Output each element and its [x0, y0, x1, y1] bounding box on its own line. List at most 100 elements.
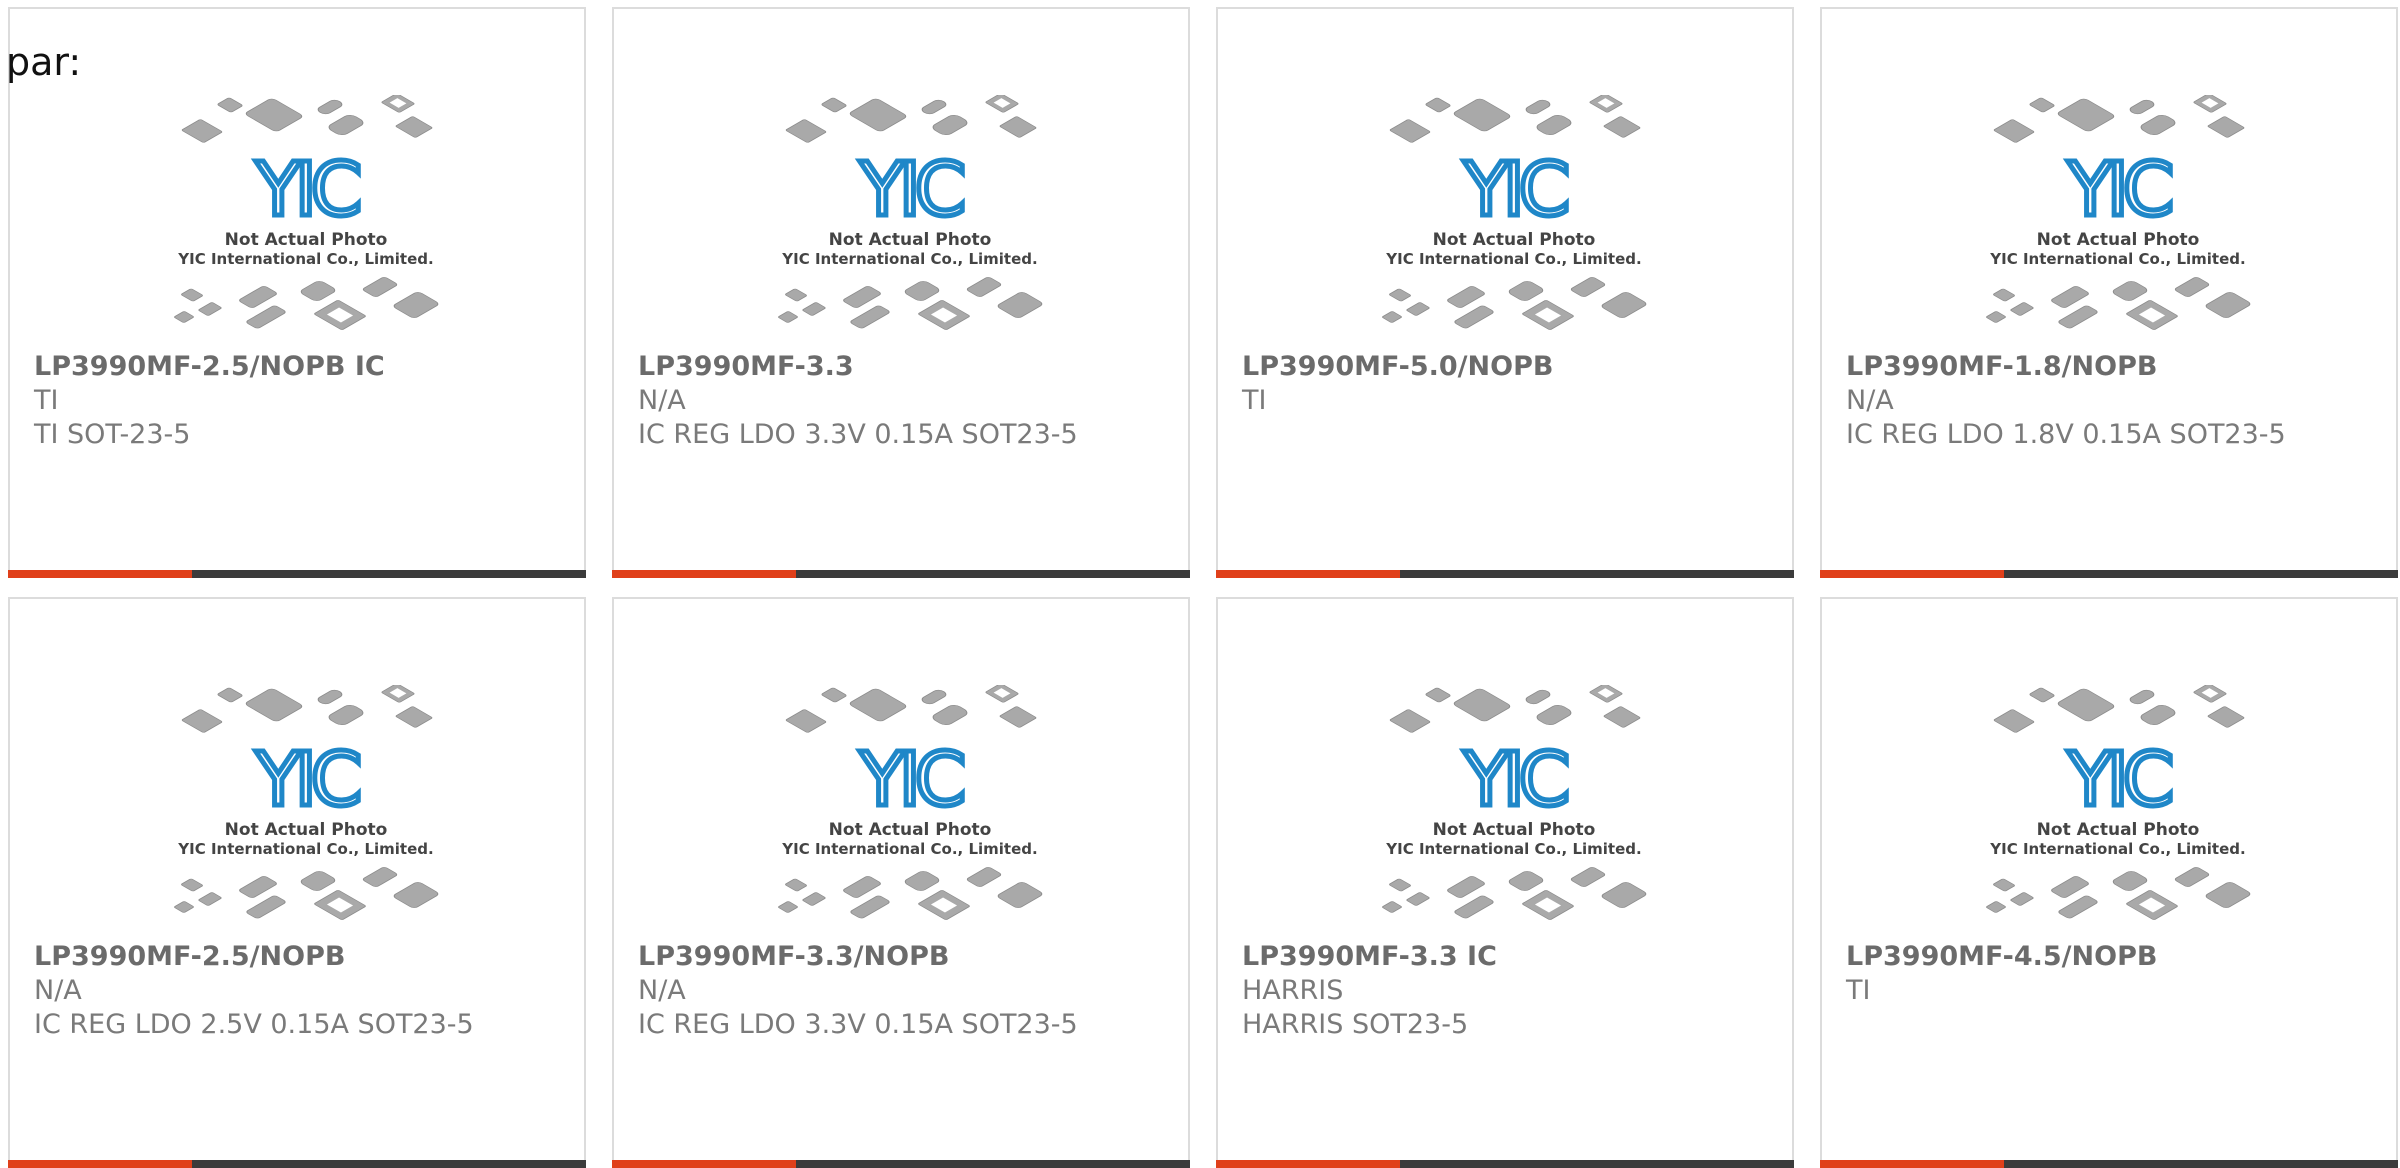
company-name-text: YIC International Co., Limited. — [781, 250, 1037, 268]
chip-package-icon — [2051, 876, 2089, 898]
product-card[interactable]: YIC Not Actual Photo YIC International Co.… — [612, 7, 1190, 578]
chip-package-icon — [1425, 97, 1451, 113]
chip-package-icon — [904, 871, 940, 891]
page-label: par: — [6, 40, 82, 84]
product-photo: YIC Not Actual Photo YIC International Co.… — [774, 95, 1046, 341]
product-card[interactable]: YIC Not Actual Photo YIC International Co.… — [1216, 597, 1794, 1168]
company-name-text: YIC International Co., Limited. — [781, 840, 1037, 858]
not-actual-photo-text: Not Actual Photo — [829, 820, 992, 840]
chip-package-icon — [1525, 99, 1551, 115]
chip-package-icon — [2140, 704, 2176, 726]
chip-package-icon — [2205, 292, 2251, 318]
chip-package-icon — [985, 95, 1019, 113]
product-info: LP3990MF-2.5/NOPB IC TI TI SOT-23-5 — [34, 350, 572, 452]
product-info: LP3990MF-2.5/NOPB N/A IC REG LDO 2.5V 0.… — [34, 940, 572, 1042]
not-actual-photo-image: YICNot Actual PhotoYIC International Co.… — [1382, 685, 1647, 920]
product-photo: YIC Not Actual Photo YIC International Co.… — [774, 685, 1046, 931]
chip-package-icon — [2010, 892, 2034, 906]
chip-package-icon — [217, 97, 243, 113]
manufacturer: N/A — [638, 385, 686, 416]
company-name-text: YIC International Co., Limited. — [177, 250, 433, 268]
chip-package-icon — [198, 892, 222, 906]
part-number[interactable]: LP3990MF-3.3/NOPB — [638, 940, 1176, 974]
part-number[interactable]: LP3990MF-3.3 IC — [1242, 940, 1780, 974]
not-actual-photo-text: Not Actual Photo — [225, 230, 388, 250]
description — [1846, 1008, 2384, 1042]
card-accent-bar — [8, 570, 586, 578]
chip-package-icon — [395, 706, 433, 728]
chip-package-icon — [1993, 288, 2015, 302]
chip-package-icon — [1986, 311, 2006, 323]
chip-package-icon — [2174, 867, 2210, 887]
chip-package-icon — [1589, 95, 1623, 113]
not-actual-photo-image: YICNot Actual PhotoYIC International Co.… — [778, 95, 1043, 330]
chip-package-icon — [785, 119, 827, 143]
chip-package-icon — [362, 867, 398, 887]
chip-package-icon — [1522, 300, 1574, 330]
part-number[interactable]: LP3990MF-2.5/NOPB IC — [34, 350, 572, 384]
chip-package-icon — [2193, 95, 2227, 113]
product-card[interactable]: YIC Not Actual Photo YIC International Co.… — [1216, 7, 1794, 578]
chip-package-icon — [198, 302, 222, 316]
description: IC REG LDO 2.5V 0.15A SOT23-5 — [34, 1009, 474, 1040]
chip-package-icon — [966, 277, 1002, 297]
chip-package-icon — [1453, 98, 1511, 132]
not-actual-photo-text: Not Actual Photo — [2037, 230, 2200, 250]
chip-package-icon — [921, 99, 947, 115]
card-accent-bar — [1820, 1160, 2398, 1168]
product-card[interactable]: YIC Not Actual Photo YIC International Co.… — [612, 597, 1190, 1168]
manufacturer: N/A — [638, 975, 686, 1006]
chip-package-icon — [2174, 277, 2210, 297]
manufacturer: TI — [1846, 975, 1871, 1006]
chip-package-icon — [393, 292, 439, 318]
yic-logo: YIC — [2067, 147, 2171, 233]
chip-package-icon — [785, 288, 807, 302]
chip-package-icon — [239, 876, 277, 898]
chip-package-icon — [1389, 878, 1411, 892]
chip-package-icon — [778, 311, 798, 323]
chip-package-icon — [1389, 288, 1411, 302]
chip-package-icon — [785, 878, 807, 892]
part-number[interactable]: LP3990MF-4.5/NOPB — [1846, 940, 2384, 974]
chip-package-icon — [1406, 892, 1430, 906]
chip-package-icon — [1603, 706, 1641, 728]
chip-package-icon — [2112, 871, 2148, 891]
chip-package-icon — [1570, 867, 1606, 887]
product-card[interactable]: YIC Not Actual Photo YIC International Co.… — [1820, 597, 2398, 1168]
product-photo: YIC Not Actual Photo YIC International Co.… — [1378, 685, 1650, 931]
description: IC REG LDO 1.8V 0.15A SOT23-5 — [1846, 419, 2286, 450]
not-actual-photo-image: YICNot Actual PhotoYIC International Co.… — [174, 685, 439, 920]
company-name-text: YIC International Co., Limited. — [177, 840, 433, 858]
product-card[interactable]: YIC Not Actual Photo YIC International Co.… — [8, 597, 586, 1168]
chip-package-icon — [174, 311, 194, 323]
not-actual-photo-image: YICNot Actual PhotoYIC International Co.… — [174, 95, 439, 330]
chip-package-icon — [1601, 292, 1647, 318]
chip-package-icon — [802, 892, 826, 906]
chip-package-icon — [1522, 890, 1574, 920]
chip-package-icon — [1589, 685, 1623, 703]
product-info: LP3990MF-3.3 IC HARRIS HARRIS SOT23-5 — [1242, 940, 1780, 1042]
description: IC REG LDO 3.3V 0.15A SOT23-5 — [638, 1009, 1078, 1040]
part-number[interactable]: LP3990MF-5.0/NOPB — [1242, 350, 1780, 384]
chip-package-icon — [1993, 709, 2035, 733]
chip-package-icon — [821, 687, 847, 703]
chip-package-icon — [2126, 890, 2178, 920]
chip-package-icon — [2112, 281, 2148, 301]
chip-package-icon — [381, 685, 415, 703]
yic-logo: YIC — [1463, 737, 1567, 823]
part-number[interactable]: LP3990MF-2.5/NOPB — [34, 940, 572, 974]
part-number[interactable]: LP3990MF-1.8/NOPB — [1846, 350, 2384, 384]
not-actual-photo-image: YICNot Actual PhotoYIC International Co.… — [1986, 685, 2251, 920]
chip-package-icon — [181, 119, 223, 143]
company-name-text: YIC International Co., Limited. — [1989, 250, 2245, 268]
chip-package-icon — [2051, 286, 2089, 308]
product-card[interactable]: YIC Not Actual Photo YIC International Co.… — [1820, 7, 2398, 578]
yic-logo: YIC — [1463, 147, 1567, 233]
part-number[interactable]: LP3990MF-3.3 — [638, 350, 1176, 384]
not-actual-photo-text: Not Actual Photo — [2037, 820, 2200, 840]
chip-package-icon — [1406, 302, 1430, 316]
chip-package-icon — [181, 878, 203, 892]
product-card[interactable]: YIC Not Actual Photo YIC International Co.… — [8, 7, 586, 578]
manufacturer: HARRIS — [1242, 975, 1344, 1006]
chip-package-icon — [328, 704, 364, 726]
